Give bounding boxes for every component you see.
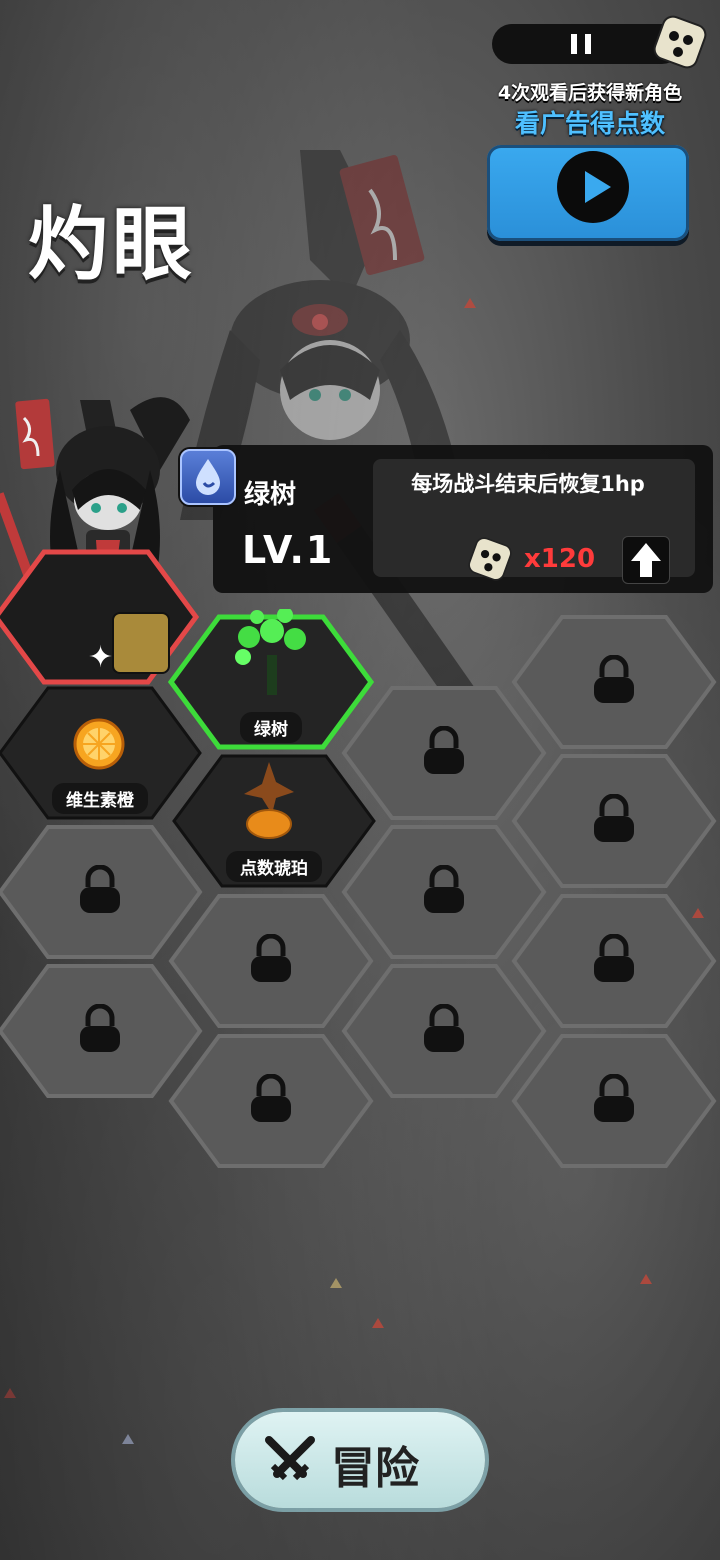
ad-title: 看广告得点数 — [514, 109, 665, 138]
amber-sprout-icon — [244, 762, 294, 839]
lock-icon — [251, 934, 291, 982]
play-icon — [557, 151, 629, 223]
lock-icon — [594, 655, 634, 703]
water-drop-icon — [180, 449, 236, 505]
star-sparkle-icon: ✦ — [88, 640, 114, 675]
character-name: 灼眼 — [28, 198, 196, 291]
green-tree-label: 绿树 — [240, 712, 302, 743]
vitamin-orange-label: 维生素橙 — [52, 783, 148, 814]
ember-particle — [372, 1318, 384, 1328]
point-amber-label: 点数琥珀 — [226, 851, 322, 882]
lock-icon — [424, 865, 464, 913]
locked-slot[interactable] — [510, 1032, 718, 1170]
lock-icon — [594, 794, 634, 842]
lock-icon — [594, 934, 634, 982]
ember-particle — [640, 1274, 652, 1284]
top-bar — [492, 15, 708, 69]
item-name: 绿树 — [244, 480, 297, 510]
lock-icon — [80, 1004, 120, 1052]
upgrade-cost: x120 — [524, 544, 596, 574]
pause-icon — [566, 34, 596, 54]
watch-ad-button[interactable] — [487, 145, 689, 241]
lock-icon — [80, 865, 120, 913]
ember-particle — [330, 1278, 342, 1288]
adventure-button[interactable]: 冒险 — [235, 1412, 485, 1508]
character-portrait-frame — [112, 612, 170, 674]
lock-icon — [424, 1004, 464, 1052]
arrow-up-icon — [631, 543, 661, 577]
ember-particle — [122, 1434, 134, 1444]
dice-icon — [468, 537, 512, 581]
ember-particle — [4, 1388, 16, 1398]
lock-icon — [594, 1074, 634, 1122]
ad-reward-hint: 4次观看后获得新角色 — [497, 82, 683, 104]
ember-particle — [464, 298, 476, 308]
adventure-label: 冒险 — [331, 1443, 419, 1494]
item-level: LV.1 — [242, 528, 335, 572]
upgrade-button[interactable] — [622, 536, 670, 584]
dice-icon — [653, 15, 707, 69]
locked-slot[interactable] — [167, 1032, 375, 1170]
green-tree-icon — [235, 609, 306, 695]
lock-icon — [251, 1074, 291, 1122]
crossed-swords-icon — [265, 1436, 315, 1481]
lock-icon — [424, 726, 464, 774]
orange-slice-icon — [73, 718, 125, 770]
item-description: 每场战斗结束后恢复1hp — [411, 472, 645, 496]
